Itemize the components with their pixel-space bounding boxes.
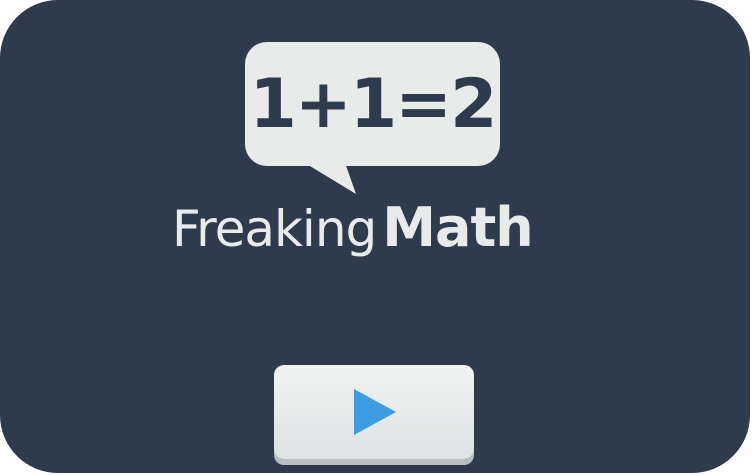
game-title: Freaking Math (172, 196, 592, 276)
title-freaking: Freaking (172, 200, 377, 258)
title-math: Math (382, 196, 533, 259)
logo-equation: 1+1=2 (249, 64, 498, 144)
play-button[interactable] (274, 365, 474, 459)
play-icon (354, 389, 396, 435)
game-screen: 1+1=2 Freaking Math (0, 0, 750, 473)
